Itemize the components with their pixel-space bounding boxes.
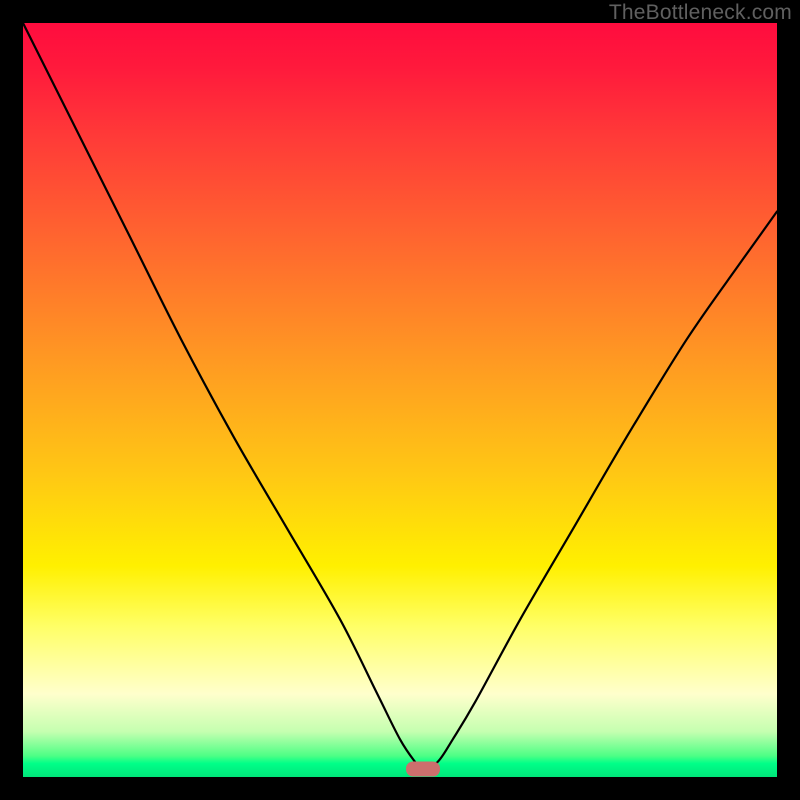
minimum-marker — [406, 762, 440, 777]
plot-area — [23, 23, 777, 777]
chart-frame: TheBottleneck.com — [0, 0, 800, 800]
curve-layer — [23, 23, 777, 777]
bottleneck-curve — [23, 23, 777, 770]
watermark-text: TheBottleneck.com — [609, 1, 792, 25]
